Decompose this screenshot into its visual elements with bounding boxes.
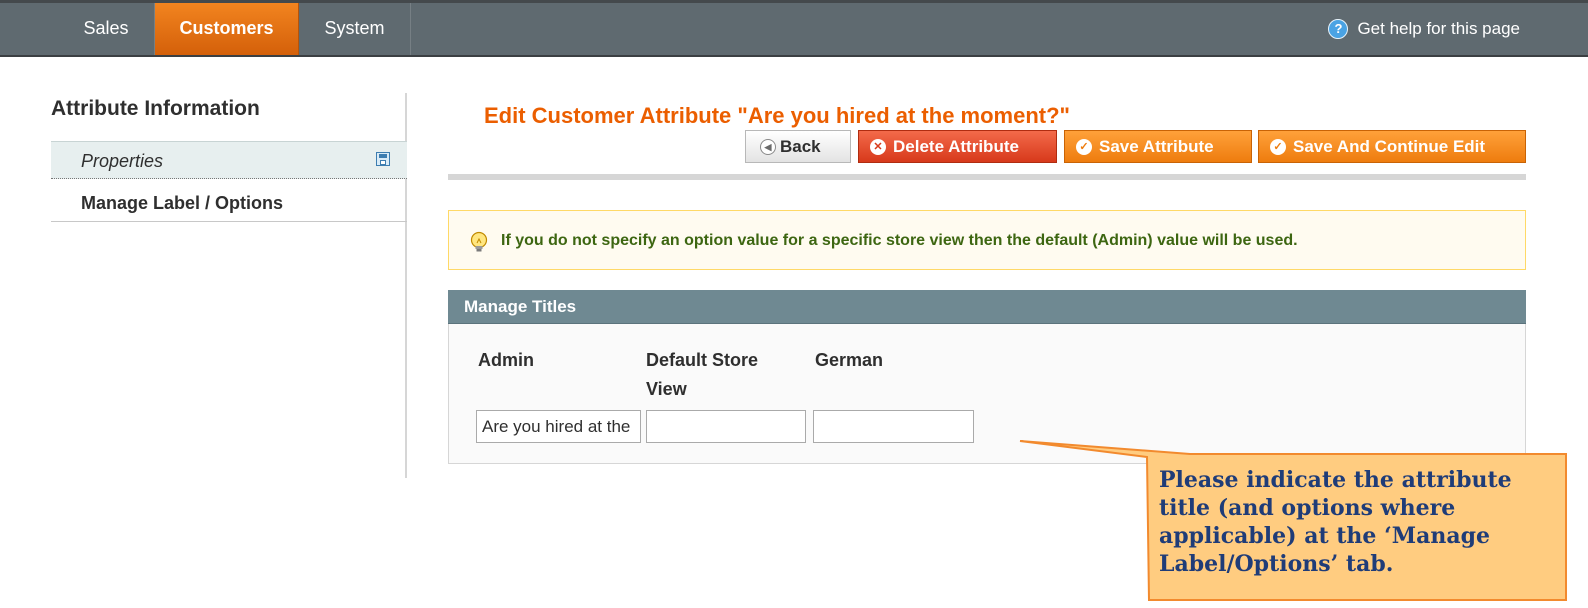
column-header-german: German — [815, 350, 884, 370]
page-title: Edit Customer Attribute "Are you hired a… — [484, 103, 1070, 128]
column-header-default-store-view: Default Store View — [646, 350, 759, 399]
sidebar-item-label: Properties — [81, 151, 164, 171]
sidebar-item-manage-label-options[interactable]: Manage Label / Options — [51, 180, 407, 222]
delete-attribute-button[interactable]: ✕ Delete Attribute — [858, 130, 1057, 163]
manage-titles-header: Manage Titles — [448, 290, 1526, 324]
section-title: Manage Titles — [464, 297, 577, 316]
delete-button-label: Delete Attribute — [893, 137, 1019, 156]
default-store-view-title-input[interactable] — [646, 410, 806, 443]
column-header-admin: Admin — [478, 350, 534, 370]
notice-message: If you do not specify an option value fo… — [448, 210, 1526, 270]
manage-titles-body — [448, 324, 1526, 464]
help-link-label: Get help for this page — [1357, 19, 1520, 38]
save-continue-button-label: Save And Continue Edit — [1293, 137, 1486, 156]
save-icon — [376, 152, 390, 166]
callout-text: Please indicate the attribute title (and… — [1159, 467, 1512, 577]
tab-system[interactable]: System — [299, 3, 411, 55]
checkmark-icon: ✓ — [1076, 139, 1092, 155]
sidebar-item-label: Manage Label / Options — [81, 193, 284, 213]
sidebar-item-properties[interactable]: Properties — [51, 141, 407, 179]
notice-text: If you do not specify an option value fo… — [501, 232, 1298, 249]
tab-sales[interactable]: Sales — [58, 3, 155, 55]
admin-title-input[interactable] — [476, 410, 641, 443]
delete-icon: ✕ — [870, 139, 886, 155]
back-button-label: Back — [780, 137, 821, 156]
back-arrow-icon: ◀ — [760, 139, 776, 155]
lightbulb-icon — [470, 231, 488, 252]
german-title-input[interactable] — [813, 410, 974, 443]
help-icon: ? — [1328, 19, 1349, 39]
back-button[interactable]: ◀ Back — [745, 130, 851, 163]
save-and-continue-button[interactable]: ✓ Save And Continue Edit — [1258, 130, 1526, 163]
save-button-label: Save Attribute — [1099, 137, 1214, 156]
save-attribute-button[interactable]: ✓ Save Attribute — [1064, 130, 1252, 163]
help-link[interactable]: ? Get help for this page — [1328, 3, 1520, 55]
top-nav: Sales Customers System ? Get help for th… — [0, 0, 1588, 57]
checkmark-icon: ✓ — [1270, 139, 1286, 155]
tab-customers[interactable]: Customers — [155, 3, 299, 55]
header-divider — [448, 174, 1526, 180]
sidebar-title: Attribute Information — [51, 97, 260, 120]
